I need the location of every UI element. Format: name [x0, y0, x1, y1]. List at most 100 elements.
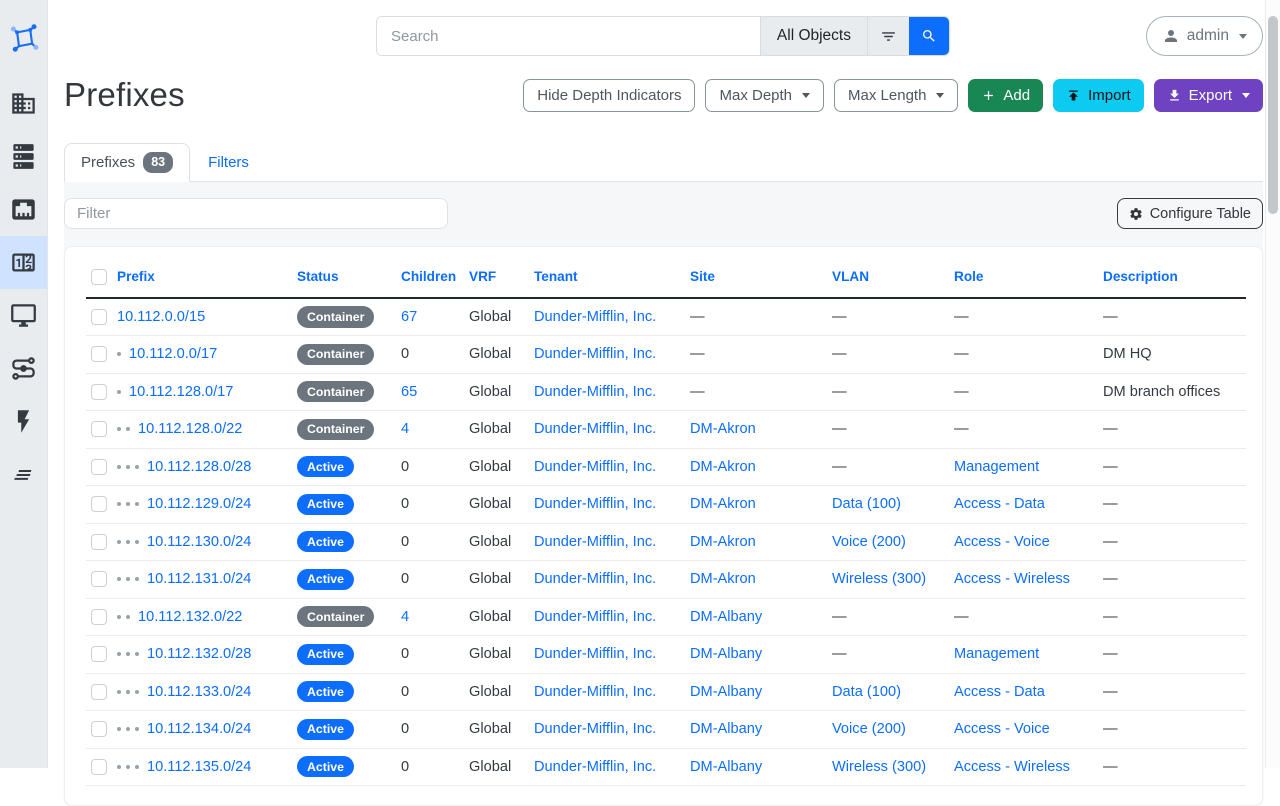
site-link[interactable]: DM-Akron [690, 459, 756, 475]
add-button[interactable]: Add [968, 79, 1043, 112]
site-link[interactable]: DM-Albany [690, 609, 762, 625]
prefix-link[interactable]: 10.112.0.0/17 [129, 346, 217, 362]
column-sort-link[interactable]: Tenant [534, 269, 578, 284]
tenant-link[interactable]: Dunder-Mifflin, Inc. [534, 609, 656, 625]
account-menu-button[interactable]: admin [1146, 16, 1263, 56]
prefix-link[interactable]: 10.112.128.0/17 [129, 384, 233, 400]
site-link[interactable]: DM-Albany [690, 721, 762, 737]
import-button[interactable]: Import [1053, 79, 1144, 112]
column-sort-link[interactable]: Status [297, 269, 339, 284]
prefix-link[interactable]: 10.112.135.0/24 [147, 759, 251, 775]
tenant-link[interactable]: Dunder-Mifflin, Inc. [534, 646, 656, 662]
role-link[interactable]: Management [954, 646, 1039, 662]
children-link[interactable]: 4 [401, 609, 409, 625]
row-checkbox[interactable] [91, 571, 107, 587]
role-link[interactable]: Access - Voice [954, 534, 1050, 550]
scrollbar-thumb[interactable] [1268, 16, 1278, 214]
role-link[interactable]: Access - Data [954, 684, 1045, 700]
prefix-link[interactable]: 10.112.134.0/24 [147, 721, 251, 737]
row-checkbox[interactable] [91, 759, 107, 775]
site-link[interactable]: DM-Albany [690, 759, 762, 775]
row-checkbox[interactable] [91, 309, 107, 325]
row-checkbox[interactable] [91, 534, 107, 550]
vlan-link[interactable]: Voice (200) [832, 534, 906, 550]
tenant-link[interactable]: Dunder-Mifflin, Inc. [534, 421, 656, 437]
site-link[interactable]: DM-Albany [690, 684, 762, 700]
sidebar-item-virtualization[interactable] [0, 289, 47, 342]
sidebar-item-organization[interactable] [0, 77, 47, 130]
role-link[interactable]: Access - Data [954, 496, 1045, 512]
row-checkbox[interactable] [91, 496, 107, 512]
tenant-link[interactable]: Dunder-Mifflin, Inc. [534, 384, 656, 400]
tenant-link[interactable]: Dunder-Mifflin, Inc. [534, 759, 656, 775]
tab-prefixes[interactable]: Prefixes 83 [64, 143, 190, 182]
search-scope-button[interactable]: All Objects [760, 17, 867, 55]
children-link[interactable]: 67 [401, 309, 417, 325]
tenant-link[interactable]: Dunder-Mifflin, Inc. [534, 684, 656, 700]
prefix-link[interactable]: 10.112.128.0/22 [138, 421, 242, 437]
row-checkbox[interactable] [91, 346, 107, 362]
row-checkbox[interactable] [91, 384, 107, 400]
netbox-logo-icon[interactable] [9, 20, 39, 56]
row-checkbox[interactable] [91, 609, 107, 625]
column-sort-link[interactable]: VRF [469, 269, 496, 284]
vlan-link[interactable]: Data (100) [832, 496, 901, 512]
row-checkbox[interactable] [91, 421, 107, 437]
site-link[interactable]: DM-Akron [690, 571, 756, 587]
max-length-dropdown[interactable]: Max Length [834, 79, 958, 112]
prefix-link[interactable]: 10.112.128.0/28 [147, 459, 251, 475]
global-search-input[interactable] [377, 17, 760, 55]
site-link[interactable]: DM-Akron [690, 421, 756, 437]
prefix-link[interactable]: 10.112.0.0/15 [117, 309, 205, 325]
row-checkbox[interactable] [91, 646, 107, 662]
column-sort-link[interactable]: Role [954, 269, 983, 284]
row-checkbox[interactable] [91, 459, 107, 475]
column-sort-link[interactable]: Site [690, 269, 715, 284]
role-link[interactable]: Management [954, 459, 1039, 475]
vlan-link[interactable]: Wireless (300) [832, 571, 926, 587]
sidebar-item-ipam[interactable] [0, 236, 47, 289]
configure-table-button[interactable]: Configure Table [1117, 198, 1263, 229]
max-depth-dropdown[interactable]: Max Depth [705, 79, 824, 112]
children-link[interactable]: 65 [401, 384, 417, 400]
column-sort-link[interactable]: Children [401, 269, 456, 284]
tenant-link[interactable]: Dunder-Mifflin, Inc. [534, 571, 656, 587]
tenant-link[interactable]: Dunder-Mifflin, Inc. [534, 346, 656, 362]
prefix-link[interactable]: 10.112.129.0/24 [147, 496, 251, 512]
sidebar-item-devices[interactable] [0, 130, 47, 183]
prefix-link[interactable]: 10.112.131.0/24 [147, 571, 251, 587]
hide-depth-indicators-button[interactable]: Hide Depth Indicators [523, 79, 695, 112]
role-link[interactable]: Access - Voice [954, 721, 1050, 737]
prefix-link[interactable]: 10.112.132.0/22 [138, 609, 242, 625]
tab-filters[interactable]: Filters [190, 143, 267, 181]
prefix-link[interactable]: 10.112.133.0/24 [147, 684, 251, 700]
tenant-link[interactable]: Dunder-Mifflin, Inc. [534, 459, 656, 475]
column-sort-link[interactable]: VLAN [832, 269, 869, 284]
sidebar-item-logs[interactable] [0, 448, 47, 501]
row-checkbox[interactable] [91, 721, 107, 737]
prefix-link[interactable]: 10.112.132.0/28 [147, 646, 251, 662]
site-link[interactable]: DM-Akron [690, 496, 756, 512]
tenant-link[interactable]: Dunder-Mifflin, Inc. [534, 534, 656, 550]
select-all-checkbox[interactable] [91, 269, 107, 285]
sidebar-item-circuits[interactable] [0, 342, 47, 395]
vertical-scrollbar[interactable] [1265, 0, 1280, 768]
vlan-link[interactable]: Voice (200) [832, 721, 906, 737]
children-link[interactable]: 4 [401, 421, 409, 437]
sidebar-item-power[interactable] [0, 395, 47, 448]
search-submit-button[interactable] [909, 17, 949, 55]
quick-filter-input[interactable] [64, 198, 448, 229]
site-link[interactable]: DM-Albany [690, 646, 762, 662]
tenant-link[interactable]: Dunder-Mifflin, Inc. [534, 309, 656, 325]
search-filter-button[interactable] [867, 17, 909, 55]
site-link[interactable]: DM-Akron [690, 534, 756, 550]
role-link[interactable]: Access - Wireless [954, 759, 1070, 775]
sidebar-item-connections[interactable] [0, 183, 47, 236]
vlan-link[interactable]: Data (100) [832, 684, 901, 700]
prefix-link[interactable]: 10.112.130.0/24 [147, 534, 251, 550]
tenant-link[interactable]: Dunder-Mifflin, Inc. [534, 496, 656, 512]
column-sort-link[interactable]: Prefix [117, 269, 155, 284]
role-link[interactable]: Access - Wireless [954, 571, 1070, 587]
column-sort-link[interactable]: Description [1103, 269, 1178, 284]
row-checkbox[interactable] [91, 684, 107, 700]
